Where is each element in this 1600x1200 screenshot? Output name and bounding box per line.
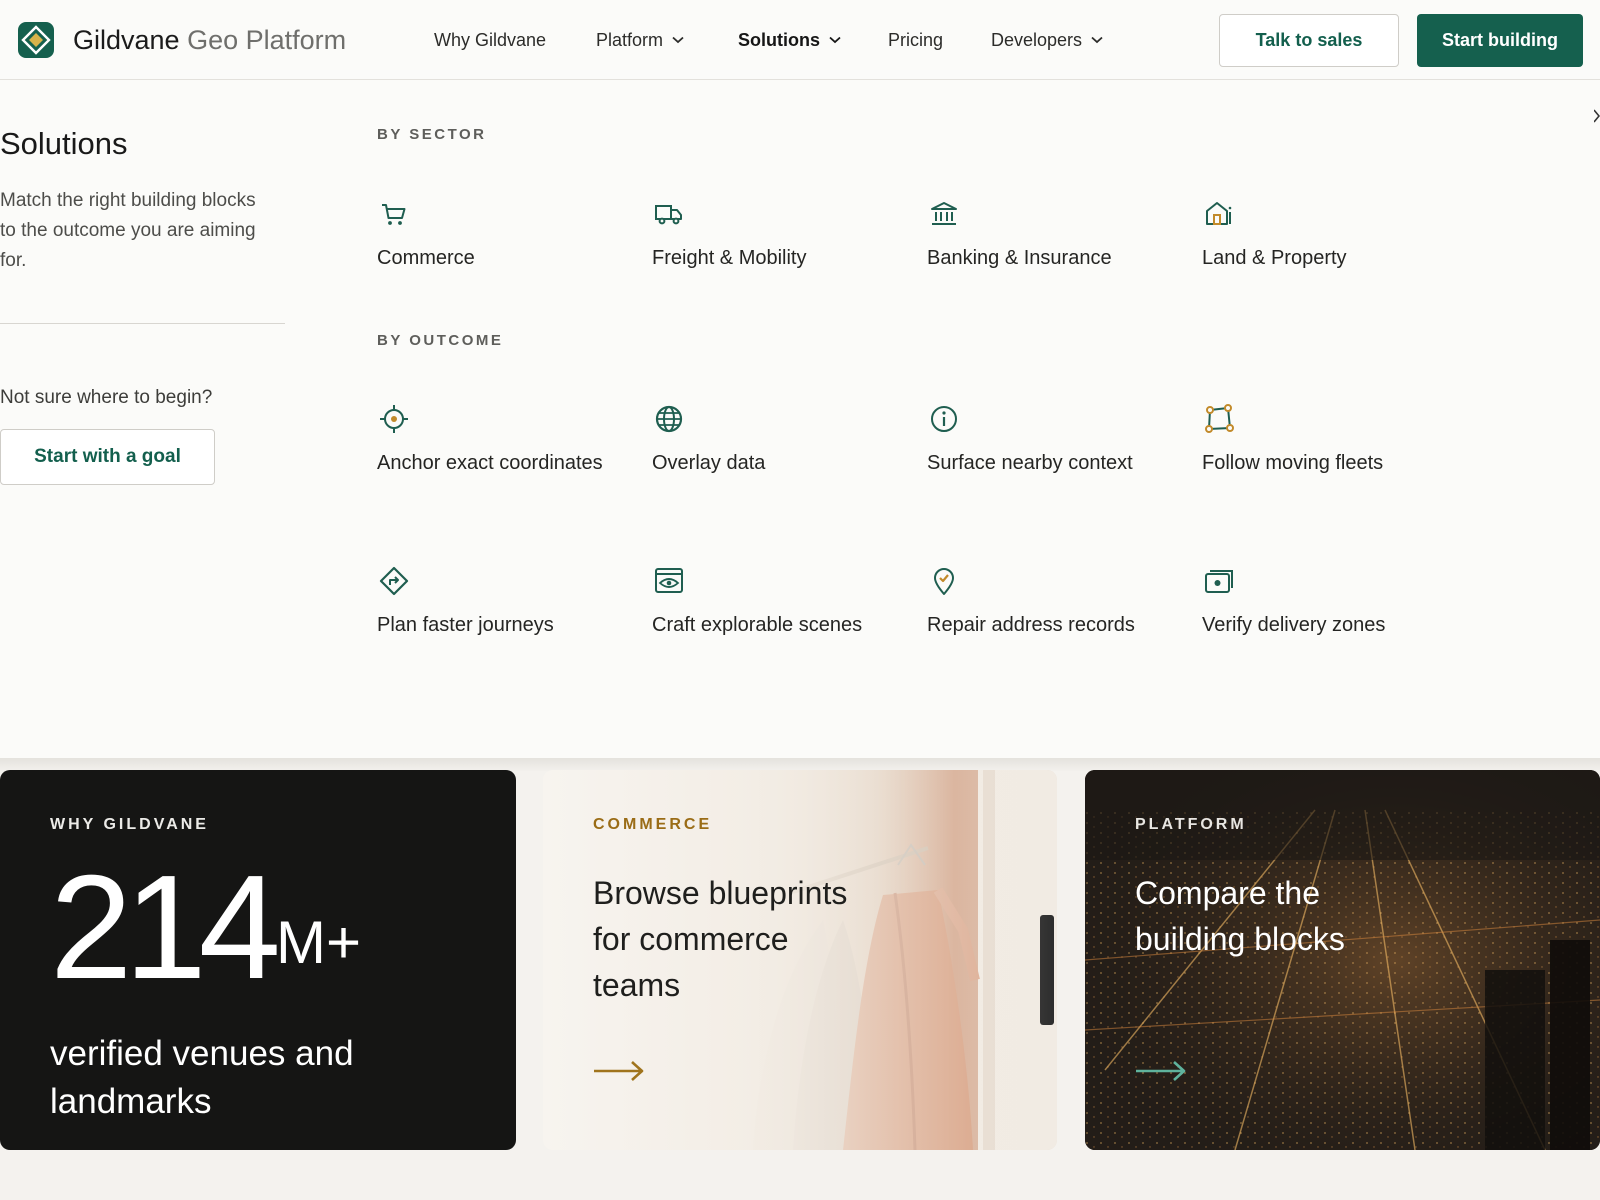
start-building-button[interactable]: Start building — [1417, 14, 1583, 67]
sector-item-commerce[interactable]: Commerce — [377, 198, 627, 273]
card-headline: Browse blueprints for commerce teams — [593, 875, 848, 1003]
eye-screen-icon — [655, 568, 683, 593]
nav-label: Solutions — [738, 30, 820, 50]
arrow-right-icon[interactable] — [1135, 1060, 1187, 1082]
outcome-item-plan-faster-journeys[interactable]: Plan faster journeys — [377, 565, 627, 640]
outcome-label: Overlay data — [652, 452, 766, 474]
arrow-right-icon[interactable] — [593, 1060, 645, 1082]
outcome-label: Anchor exact coordinates — [377, 452, 603, 474]
outcome-label: Surface nearby context — [927, 452, 1133, 474]
outcome-label: Verify delivery zones — [1202, 614, 1386, 636]
globe-icon — [655, 405, 683, 433]
route-nodes-icon — [1205, 404, 1234, 433]
camera-screen-icon — [1205, 570, 1233, 593]
sector-label: Freight & Mobility — [652, 247, 807, 269]
nav-platform[interactable]: Platform — [596, 27, 684, 53]
nav-developers[interactable]: Developers — [991, 27, 1103, 53]
top-navigation-bar: Gildvane Geo Platform Why Gildvane Platf… — [0, 0, 1600, 80]
brand-secondary: Geo Platform — [187, 25, 347, 55]
nav-why-gildvane[interactable]: Why Gildvane — [434, 27, 546, 53]
card-eyebrow: WHY GILDVANE — [50, 816, 209, 833]
section-label-by-sector: BY SECTOR — [377, 126, 487, 143]
outcome-label: Follow moving fleets — [1202, 452, 1384, 474]
outcome-item-craft-explorable-scenes[interactable]: Craft explorable scenes — [652, 565, 902, 640]
pin-check-icon — [934, 568, 954, 595]
promo-card-commerce[interactable]: COMMERCE Browse blueprints for commerce … — [543, 770, 1057, 1150]
outcome-item-repair-address-records[interactable]: Repair address records — [927, 565, 1177, 640]
chevron-down-icon — [672, 36, 684, 44]
stat-description: verified venues and landmarks — [50, 1034, 354, 1121]
menu-title: Solutions — [0, 126, 128, 161]
stat-number: 214 — [50, 845, 281, 1010]
nav-label: Developers — [991, 30, 1083, 50]
card-eyebrow: PLATFORM — [1135, 816, 1247, 833]
nav-label: Pricing — [888, 30, 944, 50]
brand-primary: Gildvane — [73, 25, 180, 55]
close-chevron-icon[interactable] — [1594, 108, 1600, 124]
promo-card-platform[interactable]: PLATFORM Compare the building blocks — [1085, 770, 1600, 1150]
chevron-down-icon — [829, 36, 841, 44]
outcome-label: Plan faster journeys — [377, 614, 554, 636]
sector-label: Land & Property — [1202, 247, 1347, 269]
card-eyebrow: COMMERCE — [593, 816, 713, 833]
outcome-item-anchor-exact-coordinates[interactable]: Anchor exact coordinates — [377, 403, 627, 478]
stat-suffix: M+ — [276, 909, 362, 976]
gildvane-logo-icon[interactable] — [18, 22, 54, 58]
nav-label: Why Gildvane — [434, 30, 547, 50]
nav-label: Platform — [596, 30, 664, 50]
outcome-item-surface-nearby-context[interactable]: Surface nearby context — [927, 403, 1177, 478]
sector-item-land-property[interactable]: Land & Property — [1202, 198, 1452, 273]
sector-item-freight-mobility[interactable]: Freight & Mobility — [652, 198, 902, 273]
card-headline: Compare the building blocks — [1135, 875, 1345, 957]
menu-description: Match the right building blocks to the o… — [0, 190, 256, 271]
sector-label: Commerce — [377, 247, 475, 269]
outcome-label: Craft explorable scenes — [652, 614, 863, 636]
divider — [0, 323, 285, 324]
nav-pricing[interactable]: Pricing — [888, 27, 943, 53]
sector-item-banking-insurance[interactable]: Banking & Insurance — [927, 198, 1177, 273]
outcome-item-follow-moving-fleets[interactable]: Follow moving fleets — [1202, 403, 1452, 478]
brand-name[interactable]: Gildvane Geo Platform — [73, 22, 346, 58]
cart-icon — [382, 204, 406, 225]
outcome-label: Repair address records — [927, 614, 1135, 636]
outcome-item-verify-delivery-zones[interactable]: Verify delivery zones — [1202, 565, 1452, 640]
truck-icon — [655, 205, 682, 225]
crosshair-icon — [380, 405, 408, 433]
house-icon — [1206, 202, 1232, 225]
stat-card-why-gildvane[interactable]: WHY GILDVANE 214 M+ verified venues and … — [0, 770, 516, 1150]
section-label-by-outcome: BY OUTCOME — [377, 332, 504, 349]
bank-icon — [931, 202, 957, 225]
directions-icon — [379, 566, 409, 596]
nav-solutions[interactable]: Solutions — [738, 27, 841, 53]
start-with-goal-button[interactable]: Start with a goal — [0, 429, 215, 485]
outcome-item-overlay-data[interactable]: Overlay data — [652, 403, 902, 478]
info-icon — [931, 406, 957, 432]
help-question: Not sure where to begin? — [0, 387, 213, 408]
sector-label: Banking & Insurance — [927, 247, 1112, 269]
talk-to-sales-button[interactable]: Talk to sales — [1219, 14, 1399, 67]
chevron-down-icon — [1091, 36, 1103, 44]
